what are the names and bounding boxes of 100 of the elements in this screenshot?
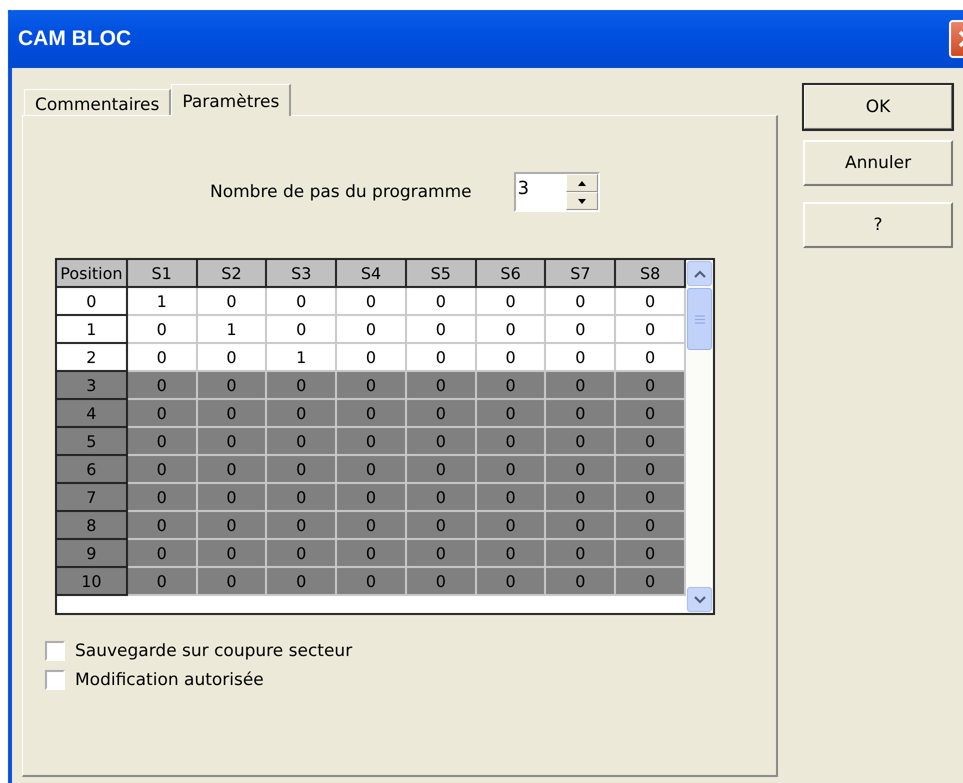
table-cell: 0	[198, 288, 268, 316]
down-arrow-icon	[578, 198, 586, 204]
table-cell: 0	[267, 288, 338, 316]
column-header: S3	[267, 260, 338, 288]
table-cell: 0	[476, 484, 546, 512]
grip-icon	[694, 314, 704, 324]
scroll-up-icon	[694, 270, 706, 278]
table-cell: 0	[406, 428, 477, 456]
row-header: 10	[57, 568, 128, 596]
column-header: S1	[128, 260, 198, 288]
row-header: 7	[57, 484, 128, 512]
steps-spinbox[interactable]: 3	[514, 172, 600, 212]
table-cell: 0	[616, 456, 686, 484]
dialog-button[interactable]: OK	[803, 84, 953, 130]
table-cell: 0	[616, 344, 686, 372]
table-cell: 0	[476, 372, 546, 400]
row-header: 1	[57, 316, 128, 344]
table-cell: 0	[616, 512, 686, 540]
table-cell: 0	[616, 316, 686, 344]
row-header: 8	[57, 512, 128, 540]
table-cell: 0	[616, 428, 686, 456]
row-header: 9	[57, 540, 128, 568]
table-cell: 0	[616, 540, 686, 568]
checkbox[interactable]	[45, 670, 65, 690]
column-header: S7	[546, 260, 616, 288]
table-cell: 0	[476, 428, 546, 456]
table-cell: 0	[406, 372, 477, 400]
table-cell: 0	[406, 484, 477, 512]
table-cell: 0	[337, 428, 407, 456]
table-cell: 0	[337, 344, 407, 372]
vertical-scrollbar[interactable]	[686, 260, 713, 613]
checkbox-label: Modification autorisée	[75, 670, 264, 690]
table-cell: 0	[546, 540, 616, 568]
table-cell: 0	[198, 540, 268, 568]
table-cell: 0	[267, 484, 338, 512]
table-cell: 0	[267, 456, 338, 484]
table-cell: 0	[546, 288, 616, 316]
table-cell: 0	[128, 428, 198, 456]
table-cell: 0	[406, 400, 477, 428]
table-cell: 0	[406, 512, 477, 540]
table-cell: 1	[267, 344, 338, 372]
table-cell: 0	[337, 484, 407, 512]
table-cell: 0	[616, 372, 686, 400]
table-cell: 0	[406, 540, 477, 568]
table-cell: 0	[406, 568, 477, 596]
table-cell: 0	[406, 456, 477, 484]
tab[interactable]: Paramètres	[171, 84, 292, 116]
table-cell: 0	[546, 344, 616, 372]
table-cell: 0	[476, 512, 546, 540]
row-header: 4	[57, 400, 128, 428]
row-header: 2	[57, 344, 128, 372]
tab[interactable]: Commentaires	[24, 89, 172, 115]
table-cell: 0	[198, 512, 268, 540]
row-header: 0	[57, 288, 128, 316]
scroll-down-icon	[694, 596, 706, 604]
table-cell: 0	[267, 316, 338, 344]
table-cell: 0	[476, 540, 546, 568]
table-cell: 0	[267, 400, 338, 428]
table-cell: 0	[267, 540, 338, 568]
table-cell: 0	[337, 288, 407, 316]
table-cell: 0	[337, 400, 407, 428]
table-cell: 0	[406, 288, 477, 316]
table-cell: 0	[128, 372, 198, 400]
table-cell: 0	[128, 316, 198, 344]
steps-label: Nombre de pas du programme	[210, 182, 472, 202]
table-cell: 0	[546, 484, 616, 512]
table-cell: 0	[476, 316, 546, 344]
table-cell: 0	[198, 568, 268, 596]
column-header: S6	[476, 260, 546, 288]
table-cell: 0	[476, 344, 546, 372]
table-cell: 0	[198, 344, 268, 372]
table-cell: 0	[198, 400, 268, 428]
table-cell: 0	[128, 568, 198, 596]
table-cell: 0	[476, 568, 546, 596]
dialog-button[interactable]: ?	[803, 202, 953, 248]
up-arrow-icon	[578, 180, 586, 186]
table-cell: 0	[337, 456, 407, 484]
table-cell: 0	[616, 288, 686, 316]
column-header: S8	[616, 260, 686, 288]
table-cell: 0	[337, 540, 407, 568]
column-header: S2	[198, 260, 268, 288]
table-cell: 0	[546, 400, 616, 428]
table-cell: 0	[546, 372, 616, 400]
dialog-button[interactable]: Annuler	[803, 140, 953, 186]
table-cell: 0	[406, 344, 477, 372]
table-cell: 0	[128, 512, 198, 540]
table-cell: 0	[337, 512, 407, 540]
table-cell: 0	[198, 428, 268, 456]
table-cell: 0	[128, 540, 198, 568]
table-cell: 0	[128, 344, 198, 372]
column-header: Position	[57, 260, 128, 288]
checkbox[interactable]	[45, 641, 65, 661]
table-cell: 0	[476, 288, 546, 316]
table-cell: 0	[476, 456, 546, 484]
table-cell: 0	[546, 456, 616, 484]
table-cell: 0	[337, 316, 407, 344]
table-cell: 0	[546, 568, 616, 596]
table-cell: 0	[406, 316, 477, 344]
table-cell: 0	[267, 512, 338, 540]
table-cell: 0	[476, 400, 546, 428]
